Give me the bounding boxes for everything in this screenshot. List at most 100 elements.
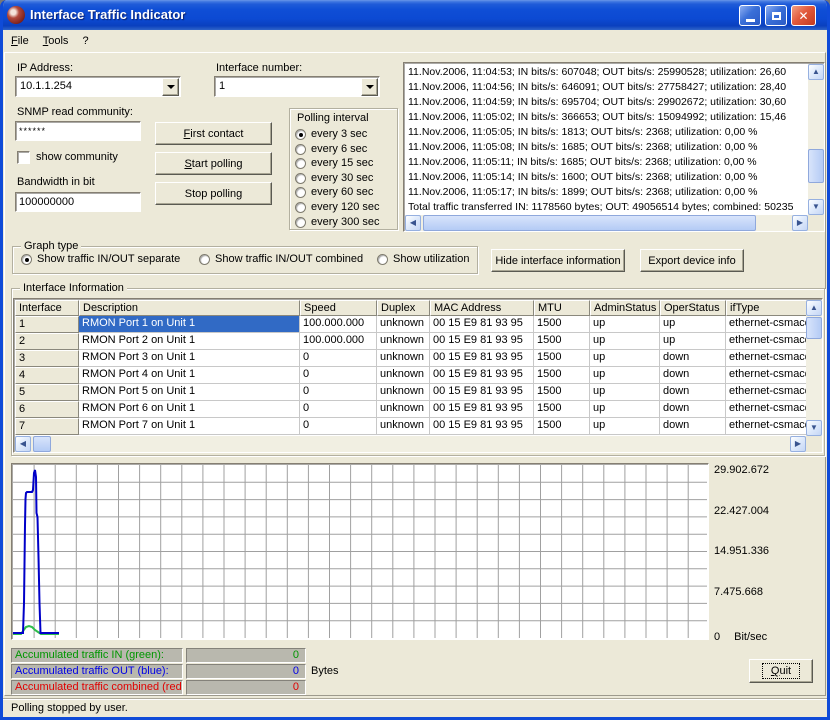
maximize-button[interactable] xyxy=(765,5,787,26)
log-hscroll-left-button[interactable]: ◀ xyxy=(405,215,421,231)
export-device-info-button[interactable]: Export device info xyxy=(640,249,744,272)
graph-type-option-1[interactable]: Show traffic IN/OUT combined xyxy=(199,253,363,265)
table-cell[interactable]: unknown xyxy=(377,401,430,418)
polling-option-6[interactable]: every 300 sec xyxy=(295,216,379,228)
log-output-box[interactable]: 11.Nov.2006, 11:04:53; IN bits/s: 607048… xyxy=(403,62,825,232)
table-cell[interactable]: up xyxy=(590,384,660,401)
quit-button[interactable]: Quit xyxy=(749,659,813,683)
table-header-cell-6[interactable]: AdminStatus xyxy=(590,300,660,316)
menu-item-0[interactable]: File xyxy=(11,35,29,47)
table-cell[interactable]: 0 xyxy=(300,384,377,401)
interface-dropdown-button[interactable] xyxy=(361,78,378,96)
table-cell[interactable]: up xyxy=(590,418,660,435)
table-cell[interactable]: 1500 xyxy=(534,367,590,384)
table-row[interactable]: 2RMON Port 2 on Unit 1100.000.000unknown… xyxy=(15,333,807,350)
show-community-checkbox[interactable] xyxy=(17,151,30,164)
table-cell[interactable]: 00 15 E9 81 93 95 xyxy=(430,384,534,401)
table-header-cell-2[interactable]: Speed xyxy=(300,300,377,316)
graph-type-option-0[interactable]: Show traffic IN/OUT separate xyxy=(21,253,180,265)
close-button[interactable]: ✕ xyxy=(791,5,816,26)
table-cell[interactable]: RMON Port 2 on Unit 1 xyxy=(79,333,300,350)
table-hscroll-track[interactable] xyxy=(15,436,806,452)
table-cell[interactable]: RMON Port 4 on Unit 1 xyxy=(79,367,300,384)
table-cell[interactable]: up xyxy=(660,316,726,333)
table-cell[interactable]: up xyxy=(590,367,660,384)
table-cell[interactable]: down xyxy=(660,384,726,401)
table-cell[interactable]: 00 15 E9 81 93 95 xyxy=(430,418,534,435)
table-cell[interactable]: unknown xyxy=(377,367,430,384)
table-cell[interactable]: 4 xyxy=(15,367,79,384)
stop-polling-button[interactable]: Stop polling xyxy=(155,182,272,205)
hide-interface-information-button[interactable]: Hide interface information xyxy=(491,249,625,272)
table-row[interactable]: 7RMON Port 7 on Unit 10unknown00 15 E9 8… xyxy=(15,418,807,435)
table-cell[interactable]: unknown xyxy=(377,384,430,401)
table-cell[interactable]: ethernet-csmacd xyxy=(726,401,807,418)
polling-option-0[interactable]: every 3 sec xyxy=(295,128,367,140)
polling-option-3[interactable]: every 30 sec xyxy=(295,172,373,184)
table-cell[interactable]: 1 xyxy=(15,316,79,333)
table-cell[interactable]: ethernet-csmacd xyxy=(726,418,807,435)
table-cell[interactable]: 1500 xyxy=(534,333,590,350)
minimize-button[interactable] xyxy=(739,5,761,26)
table-cell[interactable]: 100.000.000 xyxy=(300,333,377,350)
table-cell[interactable]: unknown xyxy=(377,418,430,435)
table-hscroll-left-button[interactable]: ◀ xyxy=(15,436,31,452)
table-cell[interactable]: down xyxy=(660,350,726,367)
log-hscroll-right-button[interactable]: ▶ xyxy=(792,215,808,231)
table-cell[interactable]: RMON Port 7 on Unit 1 xyxy=(79,418,300,435)
menu-item-1[interactable]: Tools xyxy=(43,35,69,47)
table-cell[interactable]: 1500 xyxy=(534,401,590,418)
table-vscroll-thumb[interactable] xyxy=(806,317,822,339)
table-cell[interactable]: 00 15 E9 81 93 95 xyxy=(430,367,534,384)
table-cell[interactable]: RMON Port 1 on Unit 1 xyxy=(79,316,300,333)
table-cell[interactable]: ethernet-csmacd xyxy=(726,333,807,350)
table-cell[interactable]: unknown xyxy=(377,350,430,367)
log-vscroll-down-button[interactable]: ▼ xyxy=(808,199,824,215)
log-vscroll-track[interactable] xyxy=(808,64,824,215)
table-cell[interactable]: 00 15 E9 81 93 95 xyxy=(430,350,534,367)
table-header-cell-3[interactable]: Duplex xyxy=(377,300,430,316)
menu-item-2[interactable]: ? xyxy=(82,35,88,47)
table-header-cell-8[interactable]: ifType xyxy=(726,300,807,316)
table-cell[interactable]: 1500 xyxy=(534,418,590,435)
table-row[interactable]: 4RMON Port 4 on Unit 10unknown00 15 E9 8… xyxy=(15,367,807,384)
table-cell[interactable]: ethernet-csmacd xyxy=(726,316,807,333)
table-cell[interactable]: up xyxy=(660,333,726,350)
ip-dropdown-button[interactable] xyxy=(162,78,179,96)
table-cell[interactable]: 0 xyxy=(300,350,377,367)
table-cell[interactable]: 100.000.000 xyxy=(300,316,377,333)
table-header-cell-0[interactable]: Interface xyxy=(15,300,79,316)
table-vscroll-up-button[interactable]: ▲ xyxy=(806,300,822,316)
interface-number-combobox[interactable]: 1 xyxy=(214,76,380,97)
graph-type-option-2[interactable]: Show utilization xyxy=(377,253,469,265)
table-hscroll-thumb[interactable] xyxy=(33,436,51,452)
table-cell[interactable]: 2 xyxy=(15,333,79,350)
table-cell[interactable]: RMON Port 3 on Unit 1 xyxy=(79,350,300,367)
snmp-community-input[interactable] xyxy=(15,121,141,141)
table-cell[interactable]: 00 15 E9 81 93 95 xyxy=(430,316,534,333)
table-header-cell-4[interactable]: MAC Address xyxy=(430,300,534,316)
table-cell[interactable]: 1500 xyxy=(534,384,590,401)
ip-address-combobox[interactable]: 10.1.1.254 xyxy=(15,76,181,97)
title-bar[interactable]: Interface Traffic Indicator ✕ xyxy=(0,0,830,30)
table-cell[interactable]: RMON Port 5 on Unit 1 xyxy=(79,384,300,401)
table-row[interactable]: 5RMON Port 5 on Unit 10unknown00 15 E9 8… xyxy=(15,384,807,401)
table-cell[interactable]: unknown xyxy=(377,316,430,333)
table-cell[interactable]: ethernet-csmacd xyxy=(726,367,807,384)
table-row[interactable]: 3RMON Port 3 on Unit 10unknown00 15 E9 8… xyxy=(15,350,807,367)
log-vscroll-up-button[interactable]: ▲ xyxy=(808,64,824,80)
table-header-cell-1[interactable]: Description xyxy=(79,300,300,316)
table-cell[interactable]: ethernet-csmacd xyxy=(726,350,807,367)
table-cell[interactable]: 0 xyxy=(300,418,377,435)
table-cell[interactable]: up xyxy=(590,333,660,350)
table-cell[interactable]: 00 15 E9 81 93 95 xyxy=(430,401,534,418)
table-cell[interactable]: down xyxy=(660,401,726,418)
bandwidth-input[interactable] xyxy=(15,192,141,212)
start-polling-button[interactable]: Start polling xyxy=(155,152,272,175)
table-cell[interactable]: 0 xyxy=(300,367,377,384)
table-cell[interactable]: 1500 xyxy=(534,350,590,367)
table-cell[interactable]: 3 xyxy=(15,350,79,367)
table-hscroll-right-button[interactable]: ▶ xyxy=(790,436,806,452)
table-row[interactable]: 1RMON Port 1 on Unit 1100.000.000unknown… xyxy=(15,316,807,333)
table-cell[interactable]: 5 xyxy=(15,384,79,401)
